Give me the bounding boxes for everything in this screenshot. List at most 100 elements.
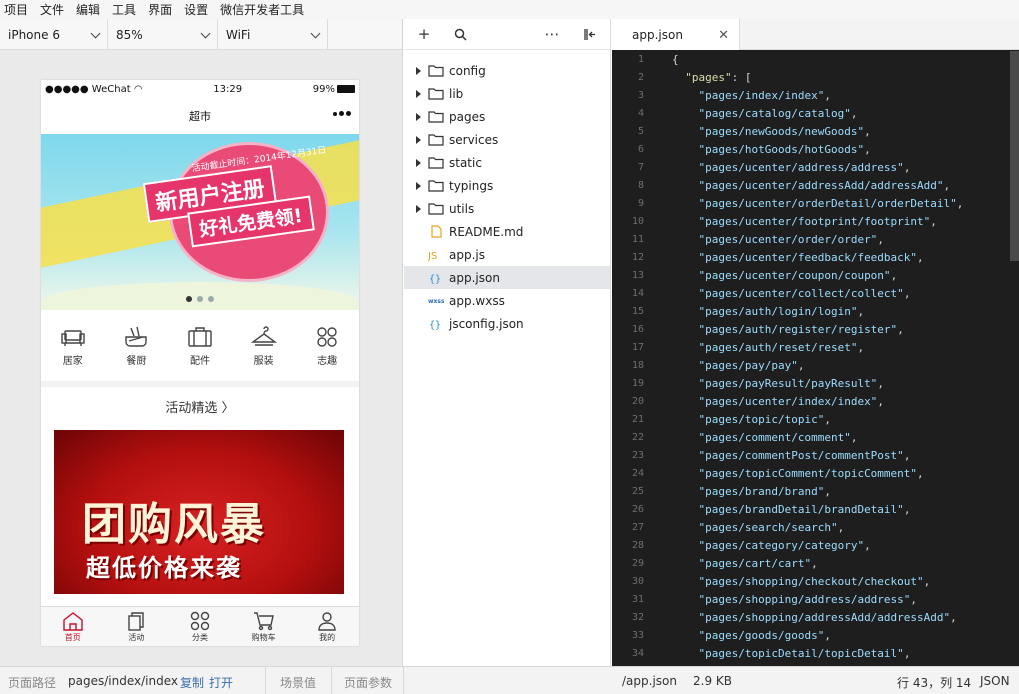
more-icon[interactable]: ⋯ xyxy=(544,25,560,43)
group-buy-banner[interactable]: 团购风暴 超低价格来袭 xyxy=(54,430,344,594)
code-text: "pages/catalog/catalog", xyxy=(698,107,858,120)
code-line[interactable]: 16 "pages/auth/register/register", xyxy=(612,321,1019,339)
code-line[interactable]: 12 "pages/ucenter/feedback/feedback", xyxy=(612,249,1019,267)
carrier-label: ●●●●● WeChat ◠ xyxy=(45,83,143,95)
category-home[interactable]: 居家 xyxy=(53,325,93,367)
expand-arrow-icon[interactable] xyxy=(416,181,421,190)
open-path-link[interactable]: 打开 xyxy=(209,674,233,691)
code-line[interactable]: 14 "pages/ucenter/collect/collect", xyxy=(612,285,1019,303)
code-line[interactable]: 18 "pages/pay/pay", xyxy=(612,357,1019,375)
code-line[interactable]: 30 "pages/shopping/checkout/checkout", xyxy=(612,573,1019,591)
code-line[interactable]: 5 "pages/newGoods/newGoods", xyxy=(612,123,1019,141)
code-line[interactable]: 20 "pages/ucenter/index/index", xyxy=(612,393,1019,411)
code-line[interactable]: 4 "pages/catalog/catalog", xyxy=(612,105,1019,123)
menu-tools[interactable]: 工具 xyxy=(112,1,136,18)
more-menu-icon[interactable] xyxy=(333,111,351,116)
code-line[interactable]: 9 "pages/ucenter/orderDetail/orderDetail… xyxy=(612,195,1019,213)
tab-profile[interactable]: 我的 xyxy=(302,607,352,646)
file-item[interactable]: {} jsconfig.json xyxy=(404,312,610,335)
folder-item[interactable]: static xyxy=(404,151,610,174)
file-item[interactable]: README.md xyxy=(404,220,610,243)
line-number: 6 xyxy=(637,144,644,155)
code-line[interactable]: 26 "pages/brandDetail/brandDetail", xyxy=(612,501,1019,519)
code-line[interactable]: 2 "pages": [ xyxy=(612,69,1019,87)
markdown-file-icon xyxy=(428,225,444,238)
category-clothing[interactable]: 服装 xyxy=(244,325,284,367)
folder-item[interactable]: lib xyxy=(404,82,610,105)
code-line[interactable]: 31 "pages/shopping/address/address", xyxy=(612,591,1019,609)
language-mode[interactable]: JSON xyxy=(980,674,1010,688)
file-item[interactable]: wxss app.wxss xyxy=(404,289,610,312)
code-line[interactable]: 7 "pages/ucenter/address/address", xyxy=(612,159,1019,177)
copy-path-link[interactable]: 复制 xyxy=(180,674,204,691)
category-interests[interactable]: 志趣 xyxy=(307,325,347,367)
menu-project[interactable]: 项目 xyxy=(4,1,28,18)
code-line[interactable]: 8 "pages/ucenter/addressAdd/addressAdd", xyxy=(612,177,1019,195)
menu-settings[interactable]: 设置 xyxy=(184,1,208,18)
code-text: "pages/topicComment/topicComment", xyxy=(698,467,924,480)
code-line[interactable]: 33 "pages/goods/goods", xyxy=(612,627,1019,645)
editor-scrollbar[interactable] xyxy=(1010,51,1019,261)
search-icon[interactable] xyxy=(452,26,468,42)
page-params-button[interactable]: 页面参数 xyxy=(344,674,392,691)
expand-arrow-icon[interactable] xyxy=(416,158,421,167)
file-item[interactable]: JS app.js xyxy=(404,243,610,266)
tab-cart[interactable]: 购物车 xyxy=(239,607,289,646)
add-file-icon[interactable]: + xyxy=(416,25,432,43)
code-editor[interactable]: app.json ✕ 1{2 "pages": [3 "pages/index/… xyxy=(612,19,1019,666)
folder-item[interactable]: utils xyxy=(404,197,610,220)
scene-value-button[interactable]: 场景值 xyxy=(280,674,316,691)
code-line[interactable]: 15 "pages/auth/login/login", xyxy=(612,303,1019,321)
menu-wechat-devtools[interactable]: 微信开发者工具 xyxy=(220,1,304,18)
category-kitchen[interactable]: 餐厨 xyxy=(116,325,156,367)
expand-arrow-icon[interactable] xyxy=(416,204,421,213)
expand-arrow-icon[interactable] xyxy=(416,135,421,144)
editor-tab-app-json[interactable]: app.json ✕ xyxy=(612,19,740,50)
code-line[interactable]: 19 "pages/payResult/payResult", xyxy=(612,375,1019,393)
category-accessories[interactable]: 配件 xyxy=(180,325,220,367)
tab-category[interactable]: 分类 xyxy=(175,607,225,646)
code-line[interactable]: 24 "pages/topicComment/topicComment", xyxy=(612,465,1019,483)
code-line[interactable]: 25 "pages/brand/brand", xyxy=(612,483,1019,501)
code-line[interactable]: 3 "pages/index/index", xyxy=(612,87,1019,105)
code-line[interactable]: 6 "pages/hotGoods/hotGoods", xyxy=(612,141,1019,159)
zoom-select[interactable]: 85% xyxy=(108,19,218,50)
file-item[interactable]: {} app.json xyxy=(404,266,610,289)
code-line[interactable]: 21 "pages/topic/topic", xyxy=(612,411,1019,429)
code-area[interactable]: 1{2 "pages": [3 "pages/index/index", 4 "p… xyxy=(612,51,1019,666)
folder-item[interactable]: services xyxy=(404,128,610,151)
code-line[interactable]: 13 "pages/ucenter/coupon/coupon", xyxy=(612,267,1019,285)
expand-arrow-icon[interactable] xyxy=(416,89,421,98)
network-select[interactable]: WiFi xyxy=(218,19,328,50)
code-line[interactable]: 10 "pages/ucenter/footprint/footprint", xyxy=(612,213,1019,231)
device-select[interactable]: iPhone 6 xyxy=(0,19,108,50)
code-line[interactable]: 17 "pages/auth/reset/reset", xyxy=(612,339,1019,357)
folder-item[interactable]: pages xyxy=(404,105,610,128)
code-line[interactable]: 23 "pages/commentPost/commentPost", xyxy=(612,447,1019,465)
expand-arrow-icon[interactable] xyxy=(416,112,421,121)
code-line[interactable]: 28 "pages/category/category", xyxy=(612,537,1019,555)
code-line[interactable]: 29 "pages/cart/cart", xyxy=(612,555,1019,573)
menu-edit[interactable]: 编辑 xyxy=(76,1,100,18)
folder-item[interactable]: config xyxy=(404,59,610,82)
code-text: "pages/ucenter/footprint/footprint", xyxy=(698,215,937,228)
cursor-position[interactable]: 行 43，列 14 xyxy=(897,674,971,691)
menu-view[interactable]: 界面 xyxy=(148,1,172,18)
expand-arrow-icon[interactable] xyxy=(416,66,421,75)
menu-file[interactable]: 文件 xyxy=(40,1,64,18)
collapse-panel-icon[interactable] xyxy=(582,26,598,42)
tab-activity[interactable]: 活动 xyxy=(111,607,161,646)
tab-home[interactable]: 首页 xyxy=(48,607,98,646)
code-text: "pages/shopping/addressAdd/addressAdd", xyxy=(698,611,957,624)
folder-item[interactable]: typings xyxy=(404,174,610,197)
code-line[interactable]: 1{ xyxy=(612,51,1019,69)
close-icon[interactable]: ✕ xyxy=(718,28,729,43)
promo-banner[interactable]: 活动截止时间：2014年12月31日 新用户注册 好礼免费领! xyxy=(41,134,359,310)
code-line[interactable]: 34 "pages/topicDetail/topicDetail", xyxy=(612,645,1019,663)
activity-section-title[interactable]: 活动精选 〉 xyxy=(41,387,359,425)
code-line[interactable]: 27 "pages/search/search", xyxy=(612,519,1019,537)
code-line[interactable]: 32 "pages/shopping/addressAdd/addressAdd… xyxy=(612,609,1019,627)
code-line[interactable]: 22 "pages/comment/comment", xyxy=(612,429,1019,447)
grid-circles-icon xyxy=(190,611,210,631)
code-line[interactable]: 11 "pages/ucenter/order/order", xyxy=(612,231,1019,249)
